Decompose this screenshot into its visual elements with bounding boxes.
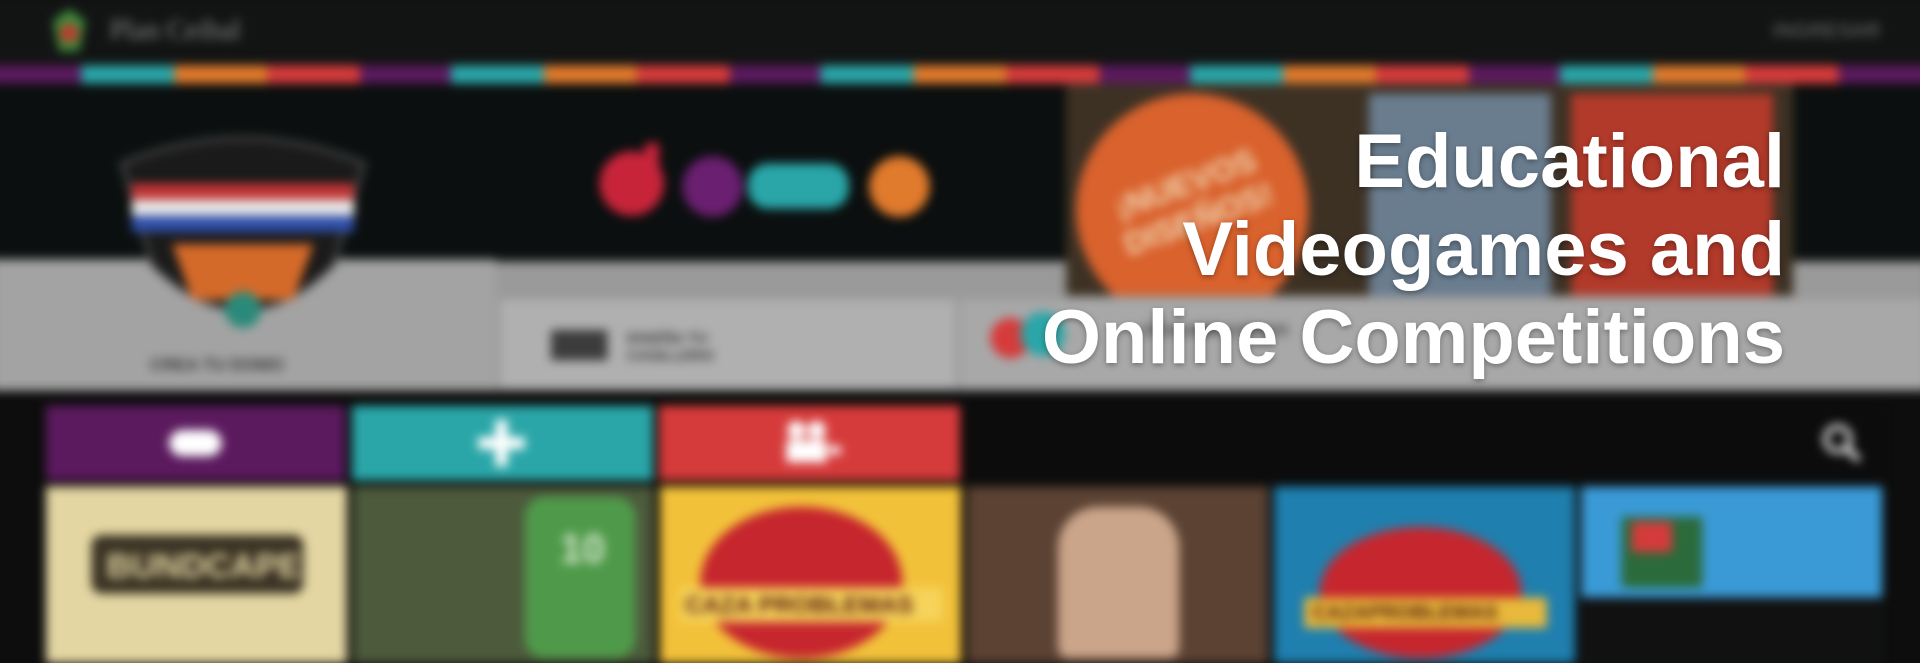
search-bar[interactable] <box>967 405 1882 481</box>
tile-label: CAZA PROBLEMAS <box>685 591 914 619</box>
overlay-title-line: Online Competitions <box>1041 295 1785 380</box>
game-tile[interactable] <box>967 486 1269 663</box>
category-create-button[interactable] <box>351 405 653 481</box>
tile-label: CAZAPROBLEMAS <box>1312 601 1498 624</box>
game-tile[interactable] <box>1581 486 1883 663</box>
category-games-button[interactable] <box>45 405 345 481</box>
plus-icon <box>478 419 525 467</box>
game-tile[interactable]: BUNDCAPE <box>45 486 347 663</box>
color-stripe <box>0 65 1920 84</box>
domo-badge-icon <box>119 136 367 328</box>
video-camera-icon <box>786 420 841 463</box>
tile-label: 10 <box>560 526 605 572</box>
login-link[interactable]: INGRESAR <box>1773 21 1881 43</box>
search-icon[interactable] <box>1821 422 1863 464</box>
game-tile[interactable]: CAZAPROBLEMAS <box>1274 486 1576 663</box>
top-bar: Plan Ceibal INGRESAR <box>0 0 1920 66</box>
locker-icon <box>550 330 608 361</box>
gamepad-icon <box>169 429 222 457</box>
tab-label: CREA TU DOMO <box>149 355 284 375</box>
overlay-title: Educational Videogames and Online Compet… <box>885 118 1785 382</box>
tab-label: DISEÑA TU CASILLERO <box>626 330 715 365</box>
category-videos-button[interactable] <box>659 405 960 481</box>
plan-ceibal-logo-icon[interactable] <box>49 7 89 55</box>
logo-text[interactable]: Plan Ceibal <box>110 15 241 47</box>
overlay-title-line: Educational <box>1354 119 1785 204</box>
tile-label: BUNDCAPE <box>106 547 302 586</box>
game-tile[interactable]: CAZA PROBLEMAS <box>660 486 962 663</box>
game-tile[interactable]: 10 <box>352 486 654 663</box>
game-tiles: BUNDCAPE 10 CAZA PROBLEMAS CAZAPROBLEMAS <box>45 486 1884 663</box>
overlay-title-line: Videogames and <box>1182 207 1785 292</box>
